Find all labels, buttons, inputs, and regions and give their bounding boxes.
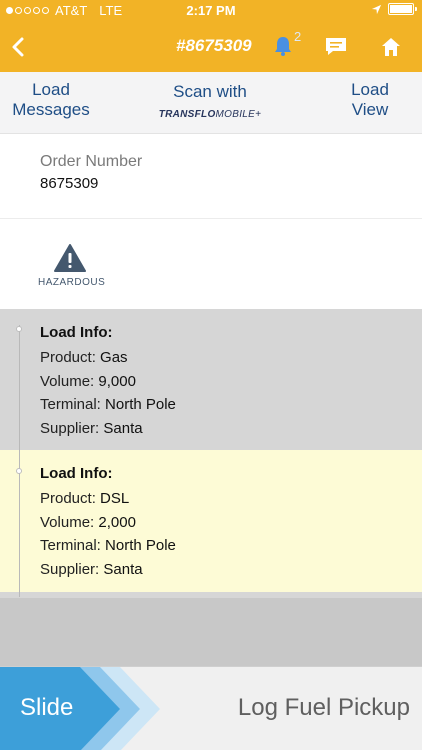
action-toolbar: Load Messages Scan with TRANSFLOMOBILE+ … [0, 72, 422, 134]
notification-count: 2 [294, 29, 302, 44]
product-value: DSL [100, 490, 130, 507]
order-number-value: 8675309 [40, 175, 99, 192]
supplier-row: Supplier: Santa [40, 420, 143, 437]
load-info-title: Load Info: [40, 465, 113, 482]
terminal-value: North Pole [105, 396, 176, 413]
supplier-row: Supplier: Santa [40, 561, 143, 578]
order-title: #8675309 [176, 36, 252, 55]
transflo-logo: TRANSFLOMOBILE+ [158, 109, 262, 120]
status-bar: AT&T LTE 2:17 PM [0, 0, 422, 22]
load-messages-button[interactable]: Load Messages [6, 80, 96, 120]
hazard-section: HAZARDOUS [0, 219, 422, 309]
order-number-section: Order Number 8675309 [0, 134, 422, 219]
terminal-value: North Pole [105, 537, 176, 554]
hazardous-label: HAZARDOUS [38, 277, 106, 288]
warning-triangle-icon [54, 244, 86, 272]
volume-row: Volume: 2,000 [40, 514, 136, 531]
chat-icon[interactable] [324, 36, 348, 58]
log-fuel-pickup-label: Log Fuel Pickup [237, 694, 410, 721]
supplier-value: Santa [103, 420, 143, 437]
product-row: Product: Gas [40, 349, 128, 366]
load-info-card[interactable]: Load Info: Product: Gas Volume: 9,000 Te… [0, 309, 422, 450]
nav-bar: #8675309 2 [0, 22, 422, 72]
terminal-row: Terminal: North Pole [40, 396, 176, 413]
status-time: 2:17 PM [186, 3, 236, 18]
timeline-node [16, 326, 22, 332]
load-view-button[interactable]: Load View [330, 80, 410, 120]
load-info-title: Load Info: [40, 324, 113, 341]
volume-value: 2,000 [98, 514, 136, 531]
slide-label: Slide [20, 694, 74, 721]
order-number-label: Order Number [40, 153, 143, 170]
scan-with-transflo-button[interactable]: Scan with TRANSFLOMOBILE+ [150, 82, 270, 125]
volume-value: 9,000 [98, 373, 136, 390]
product-row: Product: DSL [40, 490, 130, 507]
timeline-node [16, 468, 22, 474]
empty-list-area [0, 592, 422, 666]
load-info-card[interactable]: Load Info: Product: DSL Volume: 2,000 Te… [0, 450, 422, 592]
supplier-value: Santa [103, 561, 143, 578]
product-value: Gas [100, 349, 128, 366]
location-arrow-icon [371, 4, 382, 14]
bell-icon[interactable] [272, 35, 294, 57]
slide-to-log-bar: Slide Log Fuel Pickup [0, 666, 422, 750]
battery-icon [388, 3, 417, 15]
volume-row: Volume: 9,000 [40, 373, 136, 390]
timeline-line [19, 325, 20, 597]
back-chevron-icon[interactable] [6, 32, 34, 62]
terminal-row: Terminal: North Pole [40, 537, 176, 554]
home-icon[interactable] [380, 36, 402, 58]
header-bar: AT&T LTE 2:17 PM #8675309 2 [0, 0, 422, 72]
